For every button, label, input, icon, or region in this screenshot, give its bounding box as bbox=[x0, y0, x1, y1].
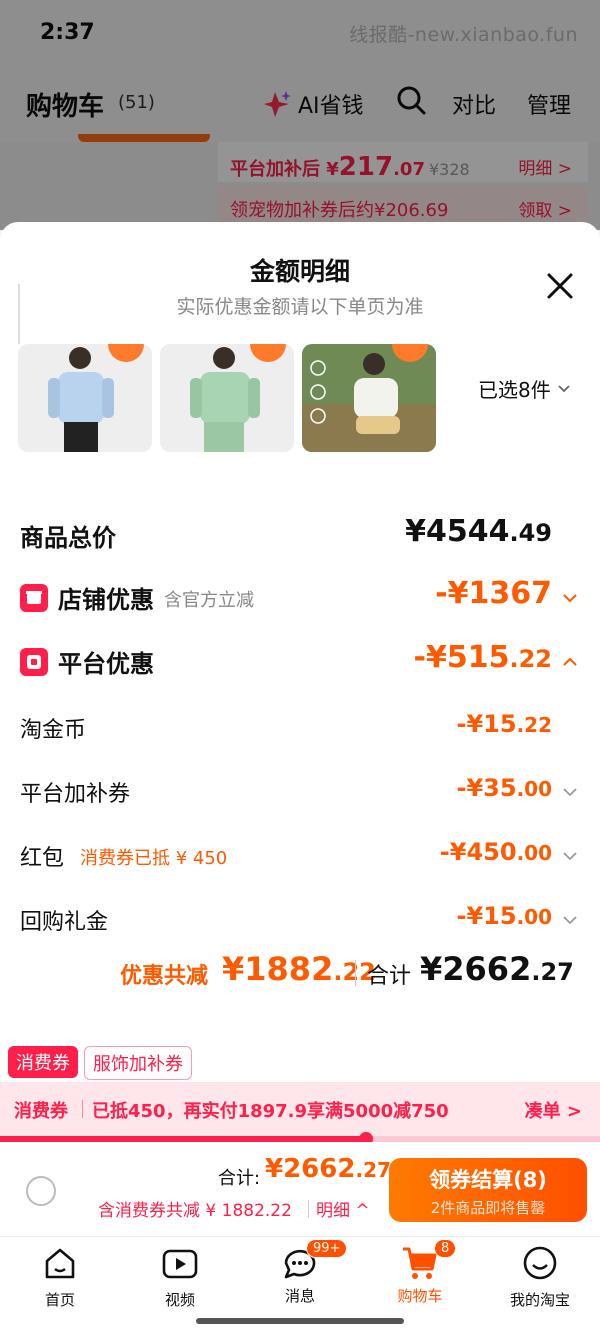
cart-badge: 8 bbox=[434, 1239, 457, 1258]
chevron-down-icon bbox=[563, 594, 577, 603]
tab-messages-label: 消息 bbox=[284, 1287, 315, 1305]
subsidy-coupon-amount: -¥35.00 bbox=[456, 774, 553, 802]
checkout-bar: 合计: ¥2662.27 含消费券共减 ¥ 1882.22 明细 ^ 领券结算(… bbox=[0, 1142, 600, 1236]
checkout-button-sublabel: 2件商品即将售罄 bbox=[430, 1199, 546, 1217]
checkout-button[interactable]: 领券结算(8) 2件商品即将售罄 bbox=[389, 1158, 587, 1222]
checkout-sum-label: 合计: bbox=[218, 1168, 261, 1189]
product-thumbnails bbox=[18, 344, 436, 452]
sum-amount: ¥2662.27 bbox=[420, 950, 574, 988]
platform-discount-label: 平台优惠 bbox=[58, 650, 154, 678]
tab-video[interactable]: 视频 bbox=[120, 1243, 240, 1310]
tab-messages[interactable]: 99+ 消息 bbox=[240, 1239, 360, 1306]
tab-my-taobao-label: 我的淘宝 bbox=[509, 1291, 570, 1309]
tab-video-label: 视频 bbox=[164, 1291, 195, 1309]
coupon-bar-divider bbox=[82, 1100, 83, 1118]
selected-count-label: 已选8件 bbox=[478, 378, 551, 402]
coupon-bar-tag: 消费券 bbox=[14, 1101, 68, 1122]
giftcash-label: 回购礼金 bbox=[20, 910, 109, 935]
platform-discount-row[interactable]: 平台优惠 -¥515.22 bbox=[0, 640, 600, 682]
consumer-coupon-tab[interactable]: 消费券 bbox=[8, 1046, 78, 1078]
platform-discount-amount: -¥515.22 bbox=[413, 640, 552, 675]
chevron-up-icon bbox=[563, 657, 577, 666]
selected-count[interactable]: 已选8件 bbox=[478, 374, 571, 403]
chevron-down-icon bbox=[563, 916, 577, 925]
message-badge: 99+ bbox=[306, 1239, 348, 1258]
goods-total-row: 商品总价 ¥4544.49 bbox=[0, 514, 600, 556]
add-items-link[interactable]: 凑单 > bbox=[525, 1097, 582, 1123]
subsidy-coupon-label: 平台加补券 bbox=[20, 782, 131, 807]
shop-discount-row[interactable]: 店铺优惠 含官方立减 -¥1367 bbox=[0, 576, 600, 618]
tab-cart-label: 购物车 bbox=[397, 1287, 443, 1305]
product-thumb-white-shirt[interactable] bbox=[302, 344, 436, 452]
overlay-scrim[interactable] bbox=[0, 0, 600, 230]
sheet-subtitle: 实际优惠金额请以下单页为准 bbox=[176, 296, 424, 318]
apparel-coupon-tab[interactable]: 服饰加补券 bbox=[84, 1046, 192, 1080]
platform-icon bbox=[20, 648, 48, 676]
shop-discount-label: 店铺优惠 bbox=[58, 586, 154, 614]
redpacket-amount: -¥450.00 bbox=[439, 838, 552, 866]
checkout-sum-amount: ¥2662.27 bbox=[265, 1154, 391, 1184]
select-all-checkbox[interactable] bbox=[26, 1176, 56, 1206]
tab-home-label: 首页 bbox=[44, 1291, 75, 1309]
subsidy-coupon-row[interactable]: 平台加补券 -¥35.00 bbox=[0, 772, 600, 812]
chevron-down-icon bbox=[563, 788, 577, 797]
total-saving-label: 优惠共减 bbox=[120, 964, 209, 989]
redpacket-row[interactable]: 红包 消费券已抵 ¥ 450 -¥450.00 bbox=[0, 836, 600, 876]
sum-label: 合计 bbox=[367, 964, 412, 989]
coupon-tabs: 消费券 服饰加补券 bbox=[0, 1044, 600, 1084]
chevron-down-icon bbox=[558, 384, 570, 392]
message-icon-wrap: 99+ bbox=[280, 1239, 348, 1283]
tab-my-taobao[interactable]: 我的淘宝 bbox=[480, 1243, 600, 1310]
sheet-title: 金额明细 bbox=[249, 257, 350, 286]
total-saving-amount: ¥1882.22 bbox=[222, 950, 376, 988]
checkout-divider bbox=[308, 1200, 309, 1218]
tab-home[interactable]: 首页 bbox=[0, 1243, 120, 1310]
close-icon[interactable] bbox=[540, 266, 580, 306]
video-icon bbox=[162, 1249, 198, 1279]
shop-icon bbox=[20, 584, 48, 612]
checkout-button-label: 领券结算(8) bbox=[429, 1168, 547, 1192]
coins-label: 淘金币 bbox=[20, 718, 87, 743]
shop-discount-amount: -¥1367 bbox=[435, 576, 552, 611]
cart-icon-wrap: 8 bbox=[400, 1239, 457, 1283]
coupon-bar-text: 已抵450，再实付1897.9享满5000减750 bbox=[92, 1101, 449, 1122]
giftcash-amount: -¥15.00 bbox=[456, 902, 553, 930]
redpacket-label: 红包 bbox=[20, 846, 65, 871]
summary-line: 优惠共减 ¥1882.22 合计 ¥2662.27 bbox=[0, 950, 600, 994]
sheet-divider bbox=[18, 284, 20, 344]
chevron-down-icon bbox=[563, 852, 577, 861]
coupon-progress-bar: 消费券 已抵450，再实付1897.9享满5000减750 凑单 > bbox=[0, 1082, 600, 1136]
coins-amount: -¥15.22 bbox=[456, 710, 553, 738]
home-icon bbox=[45, 1248, 75, 1279]
goods-total-label: 商品总价 bbox=[20, 524, 116, 552]
tab-cart[interactable]: 8 购物车 bbox=[360, 1239, 480, 1306]
product-thumb-green-jacket[interactable] bbox=[160, 344, 294, 452]
summary-divider bbox=[355, 960, 356, 986]
smile-face-icon bbox=[523, 1246, 557, 1280]
coins-row: 淘金币 -¥15.22 bbox=[0, 708, 600, 748]
redpacket-note: 消费券已抵 ¥ 450 bbox=[80, 848, 228, 869]
amount-detail-sheet: 金额明细 实际优惠金额请以下单页为准 已选8件 商品总价 ¥4544.49 店铺… bbox=[0, 222, 600, 1136]
giftcash-row[interactable]: 回购礼金 -¥15.00 bbox=[0, 900, 600, 940]
checkout-detail-toggle[interactable]: 明细 ^ bbox=[316, 1196, 370, 1221]
shop-discount-note: 含官方立减 bbox=[164, 590, 254, 611]
goods-total-amount: ¥4544.49 bbox=[405, 514, 552, 549]
home-indicator bbox=[196, 1318, 404, 1324]
product-thumb-blue-jacket[interactable] bbox=[18, 344, 152, 452]
checkout-saving-text: 含消费券共减 ¥ 1882.22 bbox=[98, 1201, 292, 1221]
